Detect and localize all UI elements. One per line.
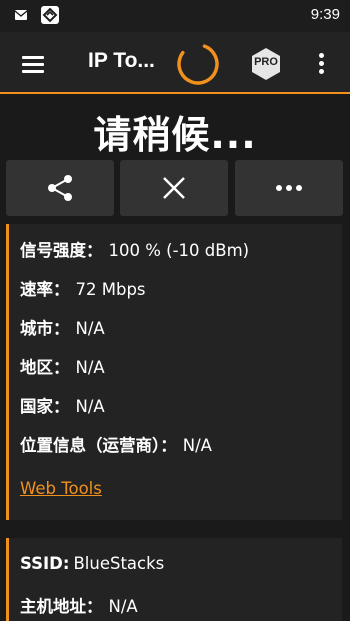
app-title: IP To... <box>88 49 155 72</box>
info-row-signal: 信号强度： 100 % (-10 dBm) <box>20 241 250 260</box>
info-row-ssid: SSID: BlueStacks <box>20 554 165 573</box>
app-bar: IP To... PRO <box>0 32 350 94</box>
close-button[interactable] <box>120 160 228 216</box>
info-row-region: 地区： N/A <box>20 358 105 377</box>
share-button[interactable] <box>6 160 114 216</box>
pro-badge-icon[interactable]: PRO <box>249 47 283 81</box>
info-row-host: 主机地址： N/A <box>20 597 138 616</box>
more-horiz-icon <box>276 185 302 191</box>
web-tools-link[interactable]: Web Tools <box>20 479 102 498</box>
more-vert-icon[interactable] <box>312 48 332 80</box>
info-row-country: 国家： N/A <box>20 397 105 416</box>
network-info-card: SSID: BlueStacks 主机地址： N/A <box>6 538 342 621</box>
status-bar: 9:39 <box>0 0 350 32</box>
app-notification-icon <box>41 6 59 24</box>
pro-label: PRO <box>254 56 278 68</box>
close-icon <box>163 177 185 199</box>
mail-icon <box>14 10 28 20</box>
status-heading: 请稍候... <box>93 113 257 157</box>
info-row-location-isp: 位置信息（运营商）： N/A <box>20 436 212 455</box>
hamburger-menu-icon[interactable] <box>18 49 48 79</box>
loading-spinner-icon <box>177 43 219 85</box>
more-options-button[interactable] <box>235 160 343 216</box>
info-row-city: 城市： N/A <box>20 319 105 338</box>
share-icon <box>48 175 72 201</box>
status-time: 9:39 <box>310 6 340 23</box>
ip-info-card: 信号强度： 100 % (-10 dBm) 速率： 72 Mbps 城市： N/A 地… <box>6 224 342 520</box>
info-row-speed: 速率： 72 Mbps <box>20 280 146 299</box>
